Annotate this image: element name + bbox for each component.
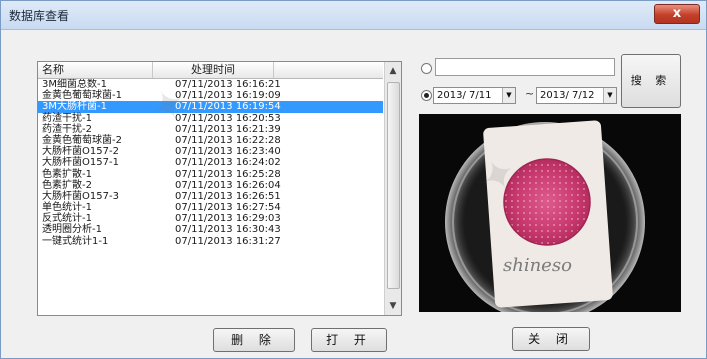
date-range-separator: ~ (525, 87, 535, 100)
list-item[interactable]: 药渣干扰-2 07/11/2013 16:21:39 (38, 124, 383, 135)
list-item-time: 07/11/2013 16:26:51 (175, 190, 281, 202)
list-item[interactable]: 大肠杆菌O157-1 07/11/2013 16:24:02 (38, 157, 383, 168)
list-item-time: 07/11/2013 16:23:40 (175, 146, 281, 158)
list-item-time: 07/11/2013 16:26:04 (175, 179, 281, 191)
list-item-time: 07/11/2013 16:27:54 (175, 202, 281, 214)
window-title: 数据库查看 (9, 9, 70, 23)
delete-button[interactable]: 删 除 (213, 328, 295, 352)
search-button[interactable]: 搜 索 (621, 54, 681, 108)
list-item-name: 3M细菌总数-1 (42, 79, 107, 90)
scroll-thumb[interactable] (387, 82, 400, 289)
scroll-down-arrow-icon[interactable]: ▼ (385, 299, 401, 313)
list-item[interactable]: 3M细菌总数-1 07/11/2013 16:16:21 (38, 79, 383, 90)
date-from-value: 2013/ 7/11 (437, 90, 492, 101)
list-header: 名称 处理时间 (38, 62, 383, 79)
record-list[interactable]: 名称 处理时间 3M细菌总数-1 07/11/2013 16:16:21 金黄色葡萄… (37, 61, 402, 316)
list-item-time: 07/11/2013 16:30:43 (175, 224, 281, 236)
list-item-time: 07/11/2013 16:16:21 (175, 79, 281, 90)
list-item-name: 大肠杆菌O157-2 (42, 146, 119, 158)
column-header-name[interactable]: 名称 (38, 62, 153, 78)
list-item-time: 07/11/2013 16:19:54 (175, 101, 281, 113)
list-item[interactable]: 药渣干扰-1 07/11/2013 16:20:53 (38, 113, 383, 124)
list-item-time: 07/11/2013 16:24:02 (175, 157, 281, 169)
list-item[interactable]: 金黄色葡萄球菌-2 07/11/2013 16:22:28 (38, 135, 383, 146)
list-item-name: 金黄色葡萄球菌-2 (42, 134, 122, 146)
list-item[interactable]: 色素扩散-1 07/11/2013 16:25:28 (38, 169, 383, 180)
list-scrollbar[interactable]: ▲ ▼ (384, 62, 401, 315)
petri-dish-image: shineso (419, 114, 681, 312)
date-from-picker[interactable]: 2013/ 7/11 ▼ (433, 87, 516, 104)
list-item-name: 大肠杆菌O157-1 (42, 157, 119, 169)
scroll-up-arrow-icon[interactable]: ▲ (385, 64, 401, 78)
list-item-name: 色素扩散-1 (42, 168, 92, 180)
list-item[interactable]: 大肠杆菌O157-2 07/11/2013 16:23:40 (38, 146, 383, 157)
list-item-time: 07/11/2013 16:19:09 (175, 90, 281, 102)
petri-dish-photo: shineso (419, 114, 681, 312)
list-item[interactable]: 一键式统计1-1 07/11/2013 16:31:27 (38, 236, 383, 247)
date-to-value: 2013/ 7/12 (540, 90, 595, 101)
open-button[interactable]: 打 开 (311, 328, 387, 352)
radio-text-search[interactable] (421, 63, 432, 74)
dropdown-arrow-icon[interactable]: ▼ (502, 88, 515, 103)
list-item-name: 色素扩散-2 (42, 179, 92, 191)
date-to-picker[interactable]: 2013/ 7/12 ▼ (536, 87, 617, 104)
list-item[interactable]: 反式统计-1 07/11/2013 16:29:03 (38, 213, 383, 224)
close-x-icon: x (672, 6, 682, 21)
list-item[interactable]: 金黄色葡萄球菌-1 07/11/2013 16:19:09 (38, 90, 383, 101)
list-item[interactable]: 3M大肠杆菌-1 07/11/2013 16:19:54 (38, 101, 383, 113)
dropdown-arrow-icon[interactable]: ▼ (603, 88, 616, 103)
image-caption: shineso (503, 255, 572, 276)
column-header-time[interactable]: 处理时间 (153, 62, 274, 78)
list-item[interactable]: 透明圈分析-1 07/11/2013 16:30:43 (38, 224, 383, 235)
list-item-time: 07/11/2013 16:25:28 (175, 168, 281, 180)
list-item-time: 07/11/2013 16:31:27 (175, 235, 281, 247)
list-item[interactable]: 色素扩散-2 07/11/2013 16:26:04 (38, 180, 383, 191)
window-close-button[interactable]: x (654, 4, 700, 24)
list-item-name: 透明圈分析-1 (42, 224, 102, 236)
search-text-field[interactable] (435, 58, 615, 76)
list-item-name: 金黄色葡萄球菌-1 (42, 90, 122, 102)
title-bar: 数据库查看 x (1, 1, 706, 30)
list-item-name: 大肠杆菌O157-3 (42, 190, 119, 202)
radio-date-search[interactable] (421, 90, 432, 101)
list-item-time: 07/11/2013 16:21:39 (175, 123, 281, 135)
list-item-name: 药渣干扰-2 (42, 123, 92, 135)
list-item-name: 反式统计-1 (42, 213, 92, 225)
list-item[interactable]: 大肠杆菌O157-3 07/11/2013 16:26:51 (38, 191, 383, 202)
list-item[interactable]: 单色统计-1 07/11/2013 16:27:54 (38, 202, 383, 213)
database-viewer-window: 数据库查看 x 名称 处理时间 3M细菌总数-1 07/11/2013 16:16… (0, 0, 707, 359)
list-item-name: 3M大肠杆菌-1 (42, 101, 107, 113)
list-item-time: 07/11/2013 16:22:28 (175, 134, 281, 146)
list-item-name: 一键式统计1-1 (42, 235, 109, 247)
list-item-name: 单色统计-1 (42, 202, 92, 214)
close-button[interactable]: 关 闭 (512, 327, 590, 351)
list-item-name: 药渣干扰-1 (42, 112, 92, 124)
list-item-time: 07/11/2013 16:20:53 (175, 112, 281, 124)
list-item-time: 07/11/2013 16:29:03 (175, 213, 281, 225)
list-rows: 3M细菌总数-1 07/11/2013 16:16:21 金黄色葡萄球菌-1 07/1… (38, 79, 383, 315)
